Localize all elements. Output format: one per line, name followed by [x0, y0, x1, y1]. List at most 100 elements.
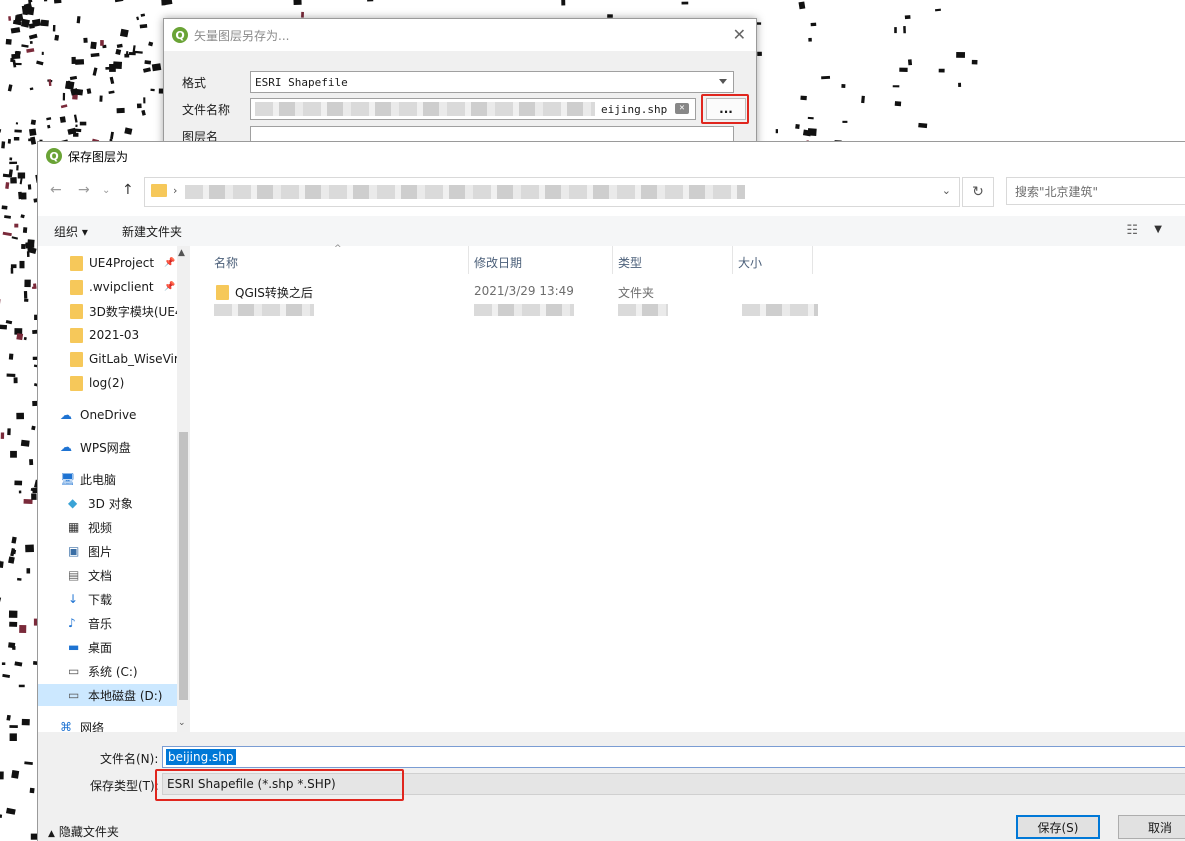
building-shape: [70, 76, 77, 80]
building-shape: [87, 88, 92, 94]
building-shape: [808, 117, 814, 119]
folder-icon: [70, 376, 83, 391]
building-shape: [956, 52, 965, 58]
navigation-scrollbar[interactable]: ▲ ⌄: [177, 246, 190, 732]
new-folder-button[interactable]: 新建文件夹: [122, 223, 182, 240]
building-shape: [2, 674, 10, 678]
redacted-date: [474, 304, 574, 316]
cloud-icon: ☁: [60, 408, 74, 422]
building-shape: [10, 451, 17, 458]
clear-icon[interactable]: ✕: [675, 103, 689, 114]
hide-folders-toggle[interactable]: ▲隐藏文件夹: [48, 823, 119, 840]
row-name-cell: QGIS转换之后: [216, 284, 313, 301]
address-bar[interactable]: › ⌄: [144, 177, 960, 207]
building-shape: [18, 173, 25, 179]
column-divider[interactable]: [732, 246, 733, 274]
sidebar-item[interactable]: GitLab_WiseVir: [38, 348, 177, 370]
column-type[interactable]: 类型: [618, 254, 642, 271]
building-shape: [110, 132, 114, 139]
building-shape: [808, 38, 812, 42]
format-select[interactable]: ESRI Shapefile: [250, 71, 734, 93]
drive-icon: ▭: [68, 688, 82, 702]
column-divider[interactable]: [812, 246, 813, 274]
building-shape: [908, 59, 912, 65]
filename-field[interactable]: eijing.shp ✕: [250, 98, 696, 120]
building-shape: [20, 178, 23, 184]
refresh-icon[interactable]: ↻: [962, 177, 994, 207]
sidebar-item[interactable]: ▣图片: [38, 540, 112, 562]
building-shape: [682, 2, 689, 5]
sidebar-item[interactable]: ▭本地磁盘 (D:): [38, 684, 177, 706]
cloud-icon: ☁: [60, 440, 74, 454]
sidebar-item[interactable]: 🖥此电脑: [38, 468, 116, 490]
building-shape: [12, 59, 16, 67]
sidebar-item[interactable]: ▬桌面: [38, 636, 112, 658]
building-shape: [150, 89, 154, 92]
sidebar-item[interactable]: ♪音乐: [38, 612, 112, 634]
save-layer-dialog: Q 保存图层为 ← → ⌄ ↑ › ⌄ ↻ 搜索"北京建筑" 组织 ▾ 新建文件…: [37, 141, 1185, 841]
picture-icon: ▣: [68, 544, 82, 558]
sidebar-item[interactable]: 2021-03: [38, 324, 139, 346]
building-shape: [19, 491, 21, 494]
cancel-button[interactable]: 取消: [1118, 815, 1185, 839]
building-shape: [14, 224, 18, 228]
close-icon[interactable]: ✕: [733, 25, 746, 44]
building-shape: [811, 23, 817, 27]
sidebar-item[interactable]: .wvipclient📌: [38, 276, 154, 298]
column-size[interactable]: 大小: [738, 254, 762, 271]
sidebar-item[interactable]: log(2): [38, 372, 124, 394]
scroll-thumb[interactable]: [179, 432, 188, 700]
download-icon: ↓: [68, 592, 82, 606]
row-type: 文件夹: [618, 284, 654, 301]
building-shape: [99, 95, 102, 101]
sidebar-item[interactable]: ▤文档: [38, 564, 112, 586]
building-shape: [2, 662, 5, 665]
forward-arrow-icon[interactable]: →: [78, 182, 90, 198]
scroll-down-icon[interactable]: ⌄: [178, 718, 186, 728]
chevron-down-icon[interactable]: ⌄: [942, 184, 951, 197]
organize-button[interactable]: 组织 ▾: [54, 223, 88, 240]
filename-input[interactable]: beijing.shp: [162, 746, 1185, 768]
scroll-up-icon[interactable]: ▲: [178, 248, 185, 258]
recent-chevron-icon[interactable]: ⌄: [102, 185, 110, 196]
sidebar-item[interactable]: ☁WPS网盘: [38, 436, 131, 458]
sidebar-item[interactable]: UE4Project📌: [38, 252, 154, 274]
building-shape: [41, 20, 49, 27]
highlight-box: [155, 769, 404, 801]
filename-value: eijing.shp: [601, 103, 667, 116]
back-arrow-icon[interactable]: ←: [50, 182, 62, 198]
building-shape: [27, 568, 31, 573]
building-shape: [21, 192, 27, 199]
folder-icon: [70, 352, 83, 367]
sidebar-item[interactable]: ◆3D 对象: [38, 492, 133, 514]
sidebar-item[interactable]: ▭系统 (C:): [38, 660, 138, 682]
building-shape: [72, 57, 76, 64]
building-shape: [895, 101, 902, 106]
sidebar-item[interactable]: ↓下载: [38, 588, 112, 610]
view-options-icon[interactable]: ☷: [1126, 223, 1138, 238]
column-divider[interactable]: [468, 246, 469, 274]
save-button[interactable]: 保存(S): [1016, 815, 1100, 839]
column-divider[interactable]: [612, 246, 613, 274]
building-shape: [795, 124, 800, 129]
up-arrow-icon[interactable]: ↑: [122, 182, 134, 198]
building-shape: [0, 561, 4, 568]
building-shape: [9, 354, 14, 360]
building-shape: [31, 119, 36, 125]
sidebar-item[interactable]: ⌘网络: [38, 716, 104, 732]
building-shape: [7, 374, 16, 377]
building-shape: [140, 24, 148, 28]
building-shape: [77, 16, 81, 23]
search-input[interactable]: 搜索"北京建筑": [1006, 177, 1185, 205]
pin-icon[interactable]: 📌: [164, 258, 175, 268]
pin-icon[interactable]: 📌: [164, 282, 175, 292]
building-shape: [301, 12, 304, 18]
column-date[interactable]: 修改日期: [474, 254, 522, 271]
sidebar-item[interactable]: ▦视频: [38, 516, 112, 538]
sidebar-item[interactable]: ☁OneDrive: [38, 404, 136, 426]
chevron-down-icon[interactable]: ▼: [1154, 224, 1162, 235]
column-name[interactable]: 名称: [214, 254, 238, 271]
building-shape: [100, 40, 104, 46]
building-shape: [117, 108, 125, 113]
sidebar-item[interactable]: 3D数字模块(UE4: [38, 300, 177, 322]
